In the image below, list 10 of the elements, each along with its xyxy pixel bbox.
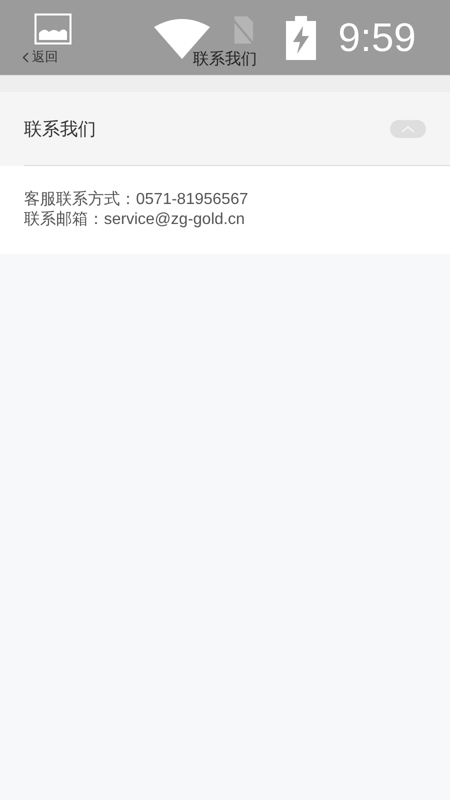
- page-title: 联系我们: [193, 50, 257, 70]
- battery-charging-icon: [286, 16, 316, 60]
- section-title: 联系我们: [24, 118, 96, 140]
- contact-info-line: 客服联系方式：0571-81956567: [24, 190, 250, 210]
- chevron-left-icon: [22, 52, 29, 62]
- back-button[interactable]: 返回: [22, 47, 58, 67]
- section-header[interactable]: 联系我们: [0, 76, 450, 166]
- clock-time: 9:59: [338, 14, 416, 62]
- image-icon: [34, 12, 72, 44]
- contact-info-line: 联系邮箱：service@zg-gold.cn: [24, 210, 246, 230]
